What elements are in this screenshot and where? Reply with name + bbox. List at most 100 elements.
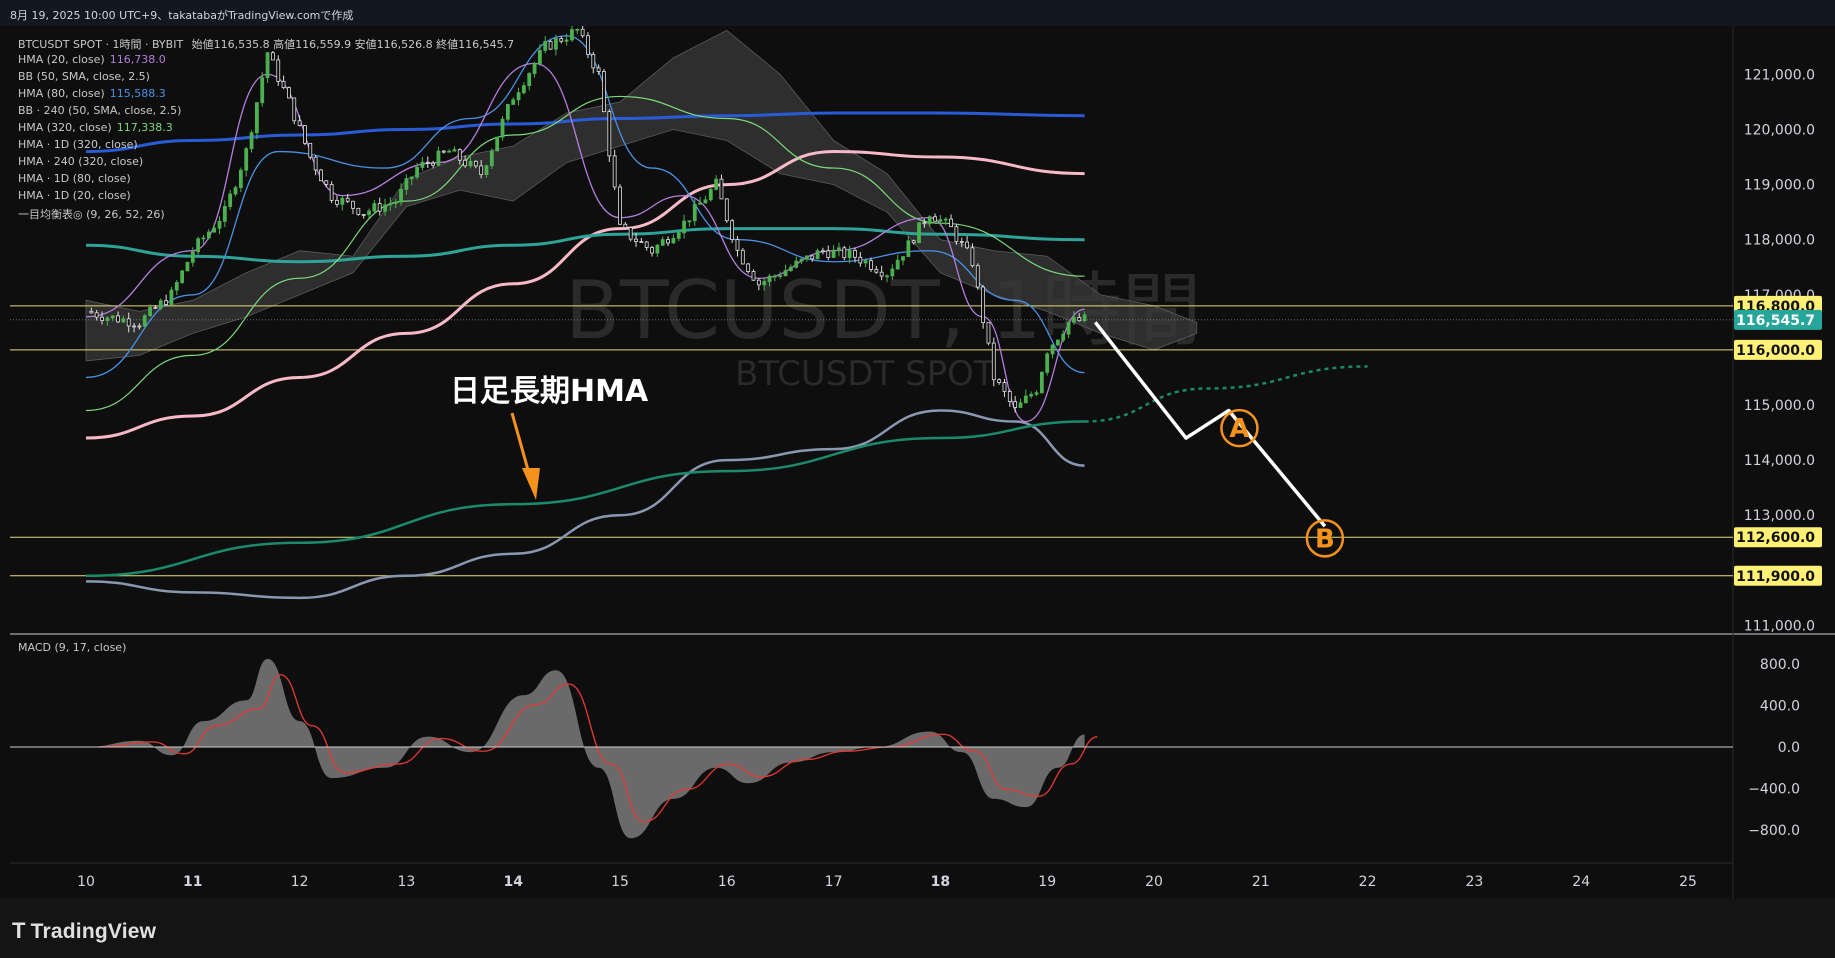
candle-body [329,184,334,201]
candle-body [810,255,815,260]
candle-body [901,256,905,261]
candle-body [815,250,820,260]
chart-svg[interactable]: BTCUSDT, 1時間BTCUSDT SPOTAB日足長期HMA121,000… [0,24,1835,898]
candle-body [831,249,836,258]
candle-body [367,210,371,215]
legend-value: 117,338.3 [116,121,173,134]
macd-tick-label: 400.0 [1760,699,1800,715]
legend-symbol: BTCUSDT SPOT · 1時間 · BYBIT [18,38,184,51]
candle-body [954,226,959,242]
candle-body [698,202,702,205]
chart-area[interactable]: BTCUSDT, 1時間 BTCUSDT SPOT A B 日足長期HMA 121,000… [0,24,1835,898]
candle-body [772,275,777,278]
time-axis-label: 13 [397,874,415,890]
candle-body [500,118,505,138]
time-axis-label: 17 [825,874,843,890]
candle-body [340,197,345,205]
candle-body [212,227,217,233]
candle-body [917,222,921,244]
candle-body [975,265,980,288]
candle-body [853,249,857,258]
legend-row: BB (50, SMA, close, 2.5) [18,70,150,83]
candle-body [767,275,772,282]
candle-body [970,247,975,267]
candle-body [164,300,169,305]
candle-body [639,241,644,243]
candle-body [788,266,793,271]
time-axis-label: 10 [77,874,95,890]
candle-body [142,315,147,327]
watermark-subtitle: BTCUSDT SPOT [735,354,995,394]
candle-body [922,222,927,225]
candle-body [586,35,590,55]
legend-row: BB · 240 (50, SMA, close, 2.5) [18,104,181,117]
legend-label: BB (50, SMA, close, 2.5) [18,70,150,83]
candle-body [457,149,462,161]
candle-body [885,275,889,278]
tradingview-logo[interactable]: T TradingView [12,918,156,944]
legend-row: HMA (20, close) 116,738.0 [18,53,166,66]
candle-body [201,237,206,240]
legend-label: BB · 240 (50, SMA, close, 2.5) [18,104,182,117]
candle-body [484,165,489,175]
candle-body [1013,401,1018,408]
candle-body [228,193,233,207]
time-axis-label: 25 [1679,874,1697,890]
price-tick-label: 114,000.0 [1744,453,1815,469]
candle-body [121,318,126,323]
candle-body [174,282,179,291]
candle-body [420,161,425,168]
candle-body [383,204,387,212]
legend-row: HMA · 1D (320, close) [18,138,138,151]
time-axis-label: 24 [1572,874,1590,890]
candle-body [730,220,735,240]
candle-body [1023,395,1028,404]
candle-body [303,125,307,144]
candle-body [687,220,692,223]
candle-body [473,160,478,167]
candle-body [169,289,174,305]
time-axis-label: 21 [1252,874,1270,890]
legend-row: HMA · 240 (320, close) [18,155,143,168]
legend-row: HMA · 1D (80, close) [18,172,131,185]
candle-body [879,271,884,277]
legend-row: HMA (320, close) 117,338.3 [18,121,173,134]
legend-value: 116,738.0 [109,53,166,66]
candle-body [580,28,585,37]
legend-label: HMA · 240 (320, close) [18,155,144,168]
macd-tick-label: −400.0 [1748,781,1800,797]
candle-body [206,231,211,239]
candle-body [1029,393,1034,397]
candle-body [180,270,185,283]
candle-body [260,77,265,104]
candle-body [1077,316,1082,322]
candle-body [778,275,783,278]
candle-body [895,259,900,270]
legend-label: HMA (320, close) [18,121,112,134]
candle-body [837,247,841,251]
candle-body [495,136,500,152]
time-axis-label: 11 [183,874,202,890]
candle-body [666,239,670,244]
macd-tick-label: 0.0 [1778,740,1800,756]
candle-body [94,312,99,318]
candle-body [324,180,329,185]
candle-body [708,189,713,201]
candle-body [185,261,190,272]
candle-body [874,269,879,273]
legend-row: HMA · 1D (20, close) [18,189,131,202]
candle-body [559,38,564,42]
candle-body [521,85,526,94]
price-badge-label: 111,900.0 [1736,569,1815,585]
candle-body [249,132,254,150]
tradingview-logo-icon: T [12,918,26,943]
candle-body [1072,316,1076,323]
candle-body [943,218,948,221]
candle-body [238,169,243,189]
candle-body [1045,353,1050,373]
candle-body [719,178,724,200]
candle-body [1034,392,1039,395]
candle-body [441,150,446,153]
macd-tick-label: −800.0 [1748,823,1800,839]
legend-label: HMA · 1D (320, close) [18,138,138,151]
